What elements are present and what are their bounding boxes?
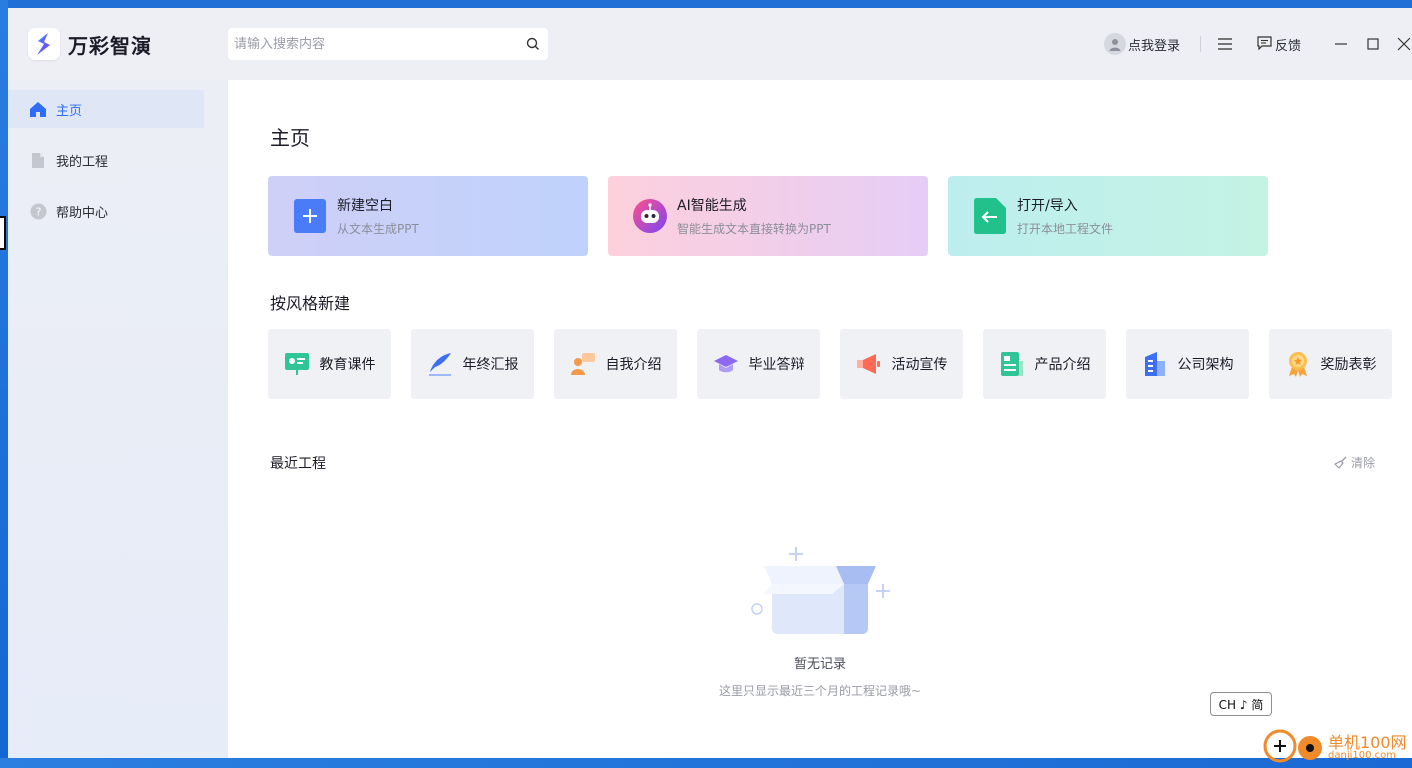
style-annual-report[interactable]: 年终汇报 <box>411 329 534 399</box>
svg-text:?: ? <box>35 205 41 218</box>
watermark-site-name: 单机100网 <box>1328 733 1407 752</box>
megaphone-icon <box>856 351 882 377</box>
sidebar-item-help-center[interactable]: ? 帮助中心 <box>8 192 204 230</box>
style-education-courseware[interactable]: 教育课件 <box>268 329 391 399</box>
desktop-background-bottom <box>0 758 1412 768</box>
ime-indicator[interactable]: CH ♪ 简 <box>1210 692 1272 716</box>
home-icon <box>28 99 48 119</box>
style-company-structure[interactable]: 公司架构 <box>1126 329 1249 399</box>
style-label: 产品介绍 <box>1034 357 1091 373</box>
app-window: 万彩智演 点我登录 反馈 <box>8 8 1412 758</box>
style-label: 年终汇报 <box>462 357 519 373</box>
document-icon <box>999 351 1025 377</box>
app-logo: 万彩智演 <box>28 28 152 60</box>
empty-state-title: 暂无记录 <box>793 657 846 672</box>
broom-icon <box>1334 456 1348 469</box>
card-subtitle: 打开本地工程文件 <box>1017 222 1114 236</box>
feedback-icon <box>1257 35 1272 54</box>
sidebar-item-home[interactable]: 主页 <box>8 90 204 128</box>
file-icon <box>28 150 48 170</box>
site-watermark: 单机100网 danji100.com <box>1262 728 1407 768</box>
page-title: 主页 <box>270 126 310 150</box>
style-self-introduction[interactable]: 自我介绍 <box>554 329 677 399</box>
feather-pen-icon <box>427 351 453 377</box>
card-title: 新建空白 <box>337 198 393 214</box>
plus-icon <box>292 198 328 234</box>
title-bar: 万彩智演 点我登录 反馈 <box>8 8 1412 80</box>
main-content: 主页 新建空白 从文本生成PPT AI智能生成 智能生成文本直接转换为PPT 打… <box>228 80 1412 758</box>
sidebar-item-label: 我的工程 <box>56 154 109 170</box>
clear-button[interactable]: 清除 <box>1334 454 1375 471</box>
search-icon[interactable] <box>518 29 548 59</box>
avatar-icon <box>1104 33 1126 55</box>
graduation-cap-icon <box>713 351 739 377</box>
building-icon <box>1142 351 1168 377</box>
login-button[interactable]: 点我登录 <box>1104 32 1180 56</box>
search-input[interactable] <box>228 29 518 59</box>
sidebar-item-label: 主页 <box>56 103 83 119</box>
ai-generate-card[interactable]: AI智能生成 智能生成文本直接转换为PPT <box>608 176 928 256</box>
card-title: 打开/导入 <box>1017 198 1078 214</box>
style-label: 公司架构 <box>1177 357 1234 373</box>
card-subtitle: 从文本生成PPT <box>337 222 419 236</box>
feedback-button[interactable]: 反馈 <box>1257 32 1301 56</box>
style-label: 教育课件 <box>319 357 376 373</box>
sidebar-item-my-projects[interactable]: 我的工程 <box>8 141 204 179</box>
style-label: 自我介绍 <box>605 357 662 373</box>
card-subtitle: 智能生成文本直接转换为PPT <box>677 222 831 236</box>
app-name: 万彩智演 <box>68 33 152 58</box>
desktop-background-left <box>0 0 8 768</box>
sidebar: 主页 我的工程 ? 帮助中心 <box>8 80 228 758</box>
style-product-introduction[interactable]: 产品介绍 <box>983 329 1106 399</box>
help-icon: ? <box>28 201 48 221</box>
search-box[interactable] <box>228 28 548 60</box>
style-event-promotion[interactable]: 活动宣传 <box>840 329 963 399</box>
style-label: 活动宣传 <box>891 357 948 373</box>
robot-icon <box>632 198 668 234</box>
empty-box-illustration <box>740 542 900 646</box>
style-label: 奖励表彰 <box>1320 357 1377 373</box>
style-award-recognition[interactable]: 奖励表彰 <box>1269 329 1392 399</box>
menu-button[interactable] <box>1214 34 1236 54</box>
style-section-title: 按风格新建 <box>270 294 351 313</box>
style-graduation-defense[interactable]: 毕业答辩 <box>697 329 820 399</box>
sidebar-item-label: 帮助中心 <box>56 205 109 221</box>
open-import-card[interactable]: 打开/导入 打开本地工程文件 <box>948 176 1268 256</box>
divider <box>1200 36 1201 52</box>
style-label: 毕业答辩 <box>748 357 805 373</box>
card-title: AI智能生成 <box>677 198 747 214</box>
minimize-icon <box>1335 43 1347 45</box>
recent-projects-title: 最近工程 <box>270 456 326 472</box>
hamburger-icon <box>1218 38 1232 50</box>
new-blank-card[interactable]: 新建空白 从文本生成PPT <box>268 176 588 256</box>
desktop-shortcut-icon[interactable] <box>0 216 6 250</box>
import-icon <box>972 198 1008 234</box>
maximize-button[interactable] <box>1359 30 1387 58</box>
minimize-button[interactable] <box>1327 30 1355 58</box>
login-label: 点我登录 <box>1128 38 1181 54</box>
presentation-board-icon <box>284 351 310 377</box>
close-button[interactable] <box>1390 30 1412 58</box>
maximize-icon <box>1367 38 1379 50</box>
logo-mark-icon <box>28 28 60 60</box>
medal-icon <box>1285 351 1311 377</box>
close-icon <box>1397 37 1411 51</box>
watermark-logo-icon <box>1262 728 1324 768</box>
feedback-label: 反馈 <box>1275 38 1302 54</box>
person-chat-icon <box>570 351 596 377</box>
watermark-site-url: danji100.com <box>1328 750 1396 761</box>
clear-label: 清除 <box>1351 456 1376 470</box>
